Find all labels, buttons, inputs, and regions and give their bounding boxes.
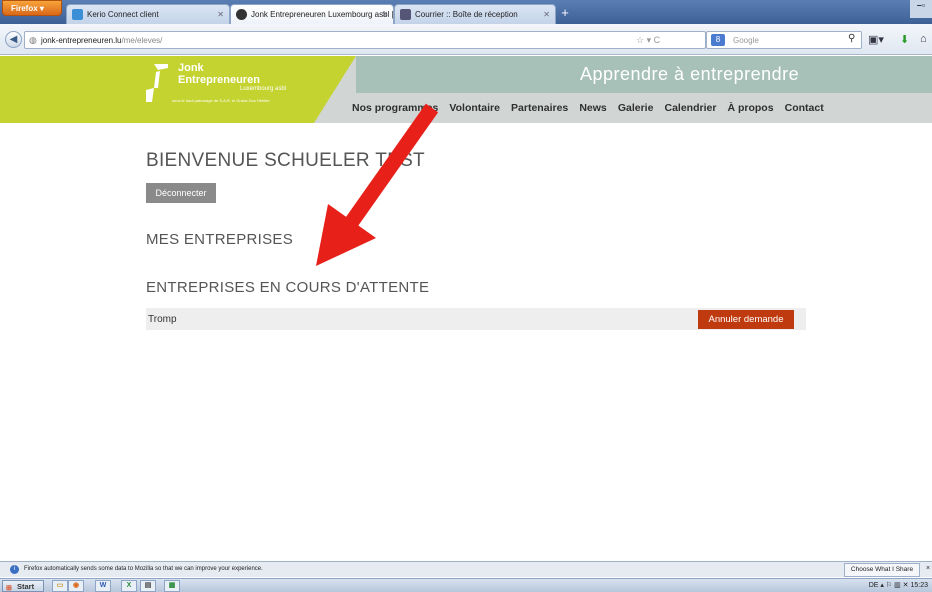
- browser-navbar: ◀ ◍ jonk-entrepreneuren.lu/me/eleves/ ☆ …: [0, 24, 932, 55]
- tab-kerio[interactable]: Kerio Connect client ✕: [66, 4, 230, 24]
- notification-bar: i Firefox automatically sends some data …: [0, 561, 932, 577]
- close-icon[interactable]: ✕: [217, 10, 224, 19]
- excel-icon[interactable]: X: [121, 580, 137, 592]
- screenshot-icon[interactable]: ▣▾: [868, 33, 884, 46]
- url-host: jonk-entrepreneuren.lu: [41, 36, 122, 45]
- back-button[interactable]: ◀: [5, 31, 22, 48]
- system-tray: DE ▴ ⚐ ▥ ✕ 15:23: [869, 581, 928, 589]
- url-path: /me/eleves/: [121, 36, 163, 45]
- logout-button[interactable]: Déconnecter: [146, 183, 216, 203]
- bookmark-star-icon[interactable]: ☆ ▾ C: [636, 35, 660, 46]
- close-notification-button[interactable]: ×: [926, 565, 930, 572]
- notification-text: Firefox automatically sends some data to…: [24, 566, 263, 572]
- tab-jonk[interactable]: Jonk Entrepreneuren Luxembourg asbl | ..…: [230, 4, 394, 24]
- logo-title: Jonk Entrepreneuren: [178, 62, 260, 86]
- app-icon[interactable]: ▦: [164, 580, 180, 592]
- explorer-icon[interactable]: ▭: [52, 580, 68, 592]
- logo-subtitle: Luxembourg asbl: [240, 86, 287, 92]
- tab-label: Courrier :: Boîte de réception: [415, 10, 518, 19]
- browser-titlebar: Firefox ▾ Kerio Connect client ✕ Jonk En…: [0, 0, 932, 24]
- table-row: Tromp Annuler demande: [146, 308, 806, 330]
- clock[interactable]: 15:23: [910, 582, 928, 589]
- notepad-icon[interactable]: ▤: [140, 580, 156, 592]
- tab-courrier[interactable]: Courrier :: Boîte de réception ✕: [394, 4, 556, 24]
- nav-item-apropos[interactable]: À propos: [727, 102, 773, 114]
- nav-item-galerie[interactable]: Galerie: [618, 102, 654, 114]
- nav-item-contact[interactable]: Contact: [785, 102, 824, 114]
- firefox-menu-button[interactable]: Firefox ▾: [2, 0, 62, 16]
- close-icon[interactable]: ✕: [543, 10, 550, 19]
- annotation-arrow-icon: [316, 103, 439, 266]
- close-icon[interactable]: ✕: [381, 10, 388, 19]
- mail-icon: [72, 9, 83, 20]
- site-favicon-icon: [236, 9, 247, 20]
- logo-mark-icon: [146, 64, 168, 102]
- tray-icons[interactable]: ▴ ⚐ ▥ ✕: [880, 582, 908, 589]
- windows-flag-icon: ⊞: [6, 585, 12, 592]
- nav-item-volontaire[interactable]: Volontaire: [449, 102, 500, 114]
- language-indicator[interactable]: DE: [869, 582, 879, 589]
- site-header: Jonk Entrepreneuren Luxembourg asbl sous…: [0, 56, 932, 123]
- globe-icon: ◍: [29, 35, 37, 45]
- nav-item-news[interactable]: News: [579, 102, 606, 114]
- download-icon[interactable]: ⬇: [900, 33, 909, 46]
- company-name: Tromp: [148, 314, 177, 325]
- tab-label: Jonk Entrepreneuren Luxembourg asbl | ..…: [251, 10, 394, 19]
- pending-companies-heading: ENTREPRISES EN COURS D'ATTENTE: [146, 279, 430, 296]
- choose-what-i-share-button[interactable]: Choose What I Share: [844, 563, 920, 577]
- nav-item-partenaires[interactable]: Partenaires: [511, 102, 568, 114]
- url-bar[interactable]: ◍ jonk-entrepreneuren.lu/me/eleves/: [24, 31, 706, 49]
- my-companies-heading: MES ENTREPRISES: [146, 231, 294, 248]
- nav-item-calendrier[interactable]: Calendrier: [664, 102, 716, 114]
- site-tagline: Apprendre à entreprendre: [580, 64, 800, 84]
- tab-label: Kerio Connect client: [87, 10, 159, 19]
- cancel-request-button[interactable]: Annuler demande: [698, 310, 794, 329]
- firefox-icon[interactable]: ◉: [68, 580, 84, 592]
- search-input[interactable]: 8 Google: [706, 31, 862, 49]
- envelope-icon: [400, 9, 411, 20]
- window-controls[interactable]: –▫: [910, 0, 932, 18]
- taskbar: ⊞ Start ▭ ◉ W X ▤ ▦ DE ▴ ⚐ ▥ ✕ 15:23: [0, 578, 932, 592]
- search-engine-icon[interactable]: 8: [711, 34, 725, 46]
- new-tab-button[interactable]: +: [557, 5, 573, 21]
- logo-tagline: sous le haut patronage de S.A.R. le Gran…: [172, 98, 270, 103]
- start-button[interactable]: ⊞ Start: [2, 580, 44, 592]
- word-icon[interactable]: W: [95, 580, 111, 592]
- search-icon[interactable]: ⚲: [848, 33, 855, 44]
- home-icon[interactable]: ⌂: [920, 33, 927, 45]
- search-placeholder: Google: [733, 36, 759, 45]
- info-icon: i: [10, 565, 19, 574]
